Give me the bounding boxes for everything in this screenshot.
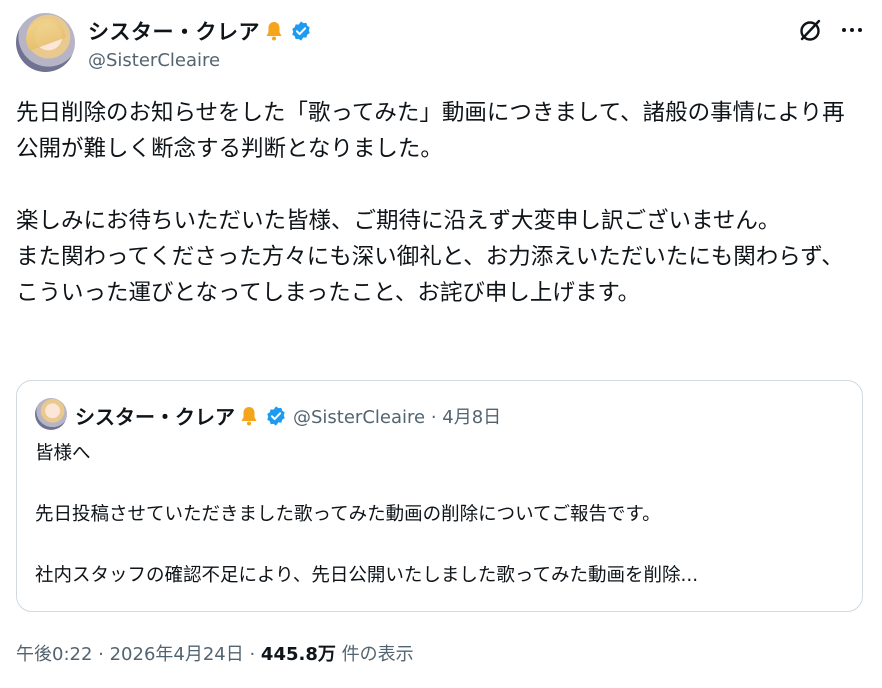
more-icon[interactable] — [838, 16, 866, 44]
grok-icon[interactable] — [797, 16, 825, 44]
quoted-tweet-header: シスター・クレア @SisterCleaire · 4月8日 — [75, 401, 501, 430]
verified-badge-icon — [267, 405, 285, 426]
quoted-tweet-text: 皆様へ 先日投稿させていただきました歌ってみた動画の削除についてご報告です。 社… — [35, 443, 699, 586]
author-name-row: シスター・クレア — [88, 16, 312, 46]
tweet-text: 先日削除のお知らせをした「歌ってみた」動画につきまして、諸般の事情により再公開が… — [16, 100, 845, 306]
quoted-author-avatar — [35, 398, 67, 430]
views-label: 件の表示 — [335, 644, 414, 665]
tweet-timestamp[interactable]: 午後0:22 · 2026年4月24日 · — [16, 644, 261, 665]
quoted-author-name: シスター・クレア — [75, 405, 235, 429]
bell-icon — [241, 406, 257, 425]
author-handle[interactable]: @SisterCleaire — [88, 50, 220, 71]
bell-icon — [266, 22, 282, 41]
views-count: 445.8万 — [260, 644, 336, 665]
author-avatar[interactable] — [16, 13, 75, 72]
verified-badge-icon — [292, 21, 310, 41]
tweet-footer: 午後0:22 · 2026年4月24日 · 445.8万 件の表示 — [16, 640, 414, 666]
quoted-tweet-card[interactable]: シスター・クレア @SisterCleaire · 4月8日 皆様へ 先日投稿さ… — [16, 380, 863, 612]
quoted-tweet-meta: @SisterCleaire · 4月8日 — [293, 406, 502, 428]
author-display-name[interactable]: シスター・クレア — [88, 16, 260, 46]
